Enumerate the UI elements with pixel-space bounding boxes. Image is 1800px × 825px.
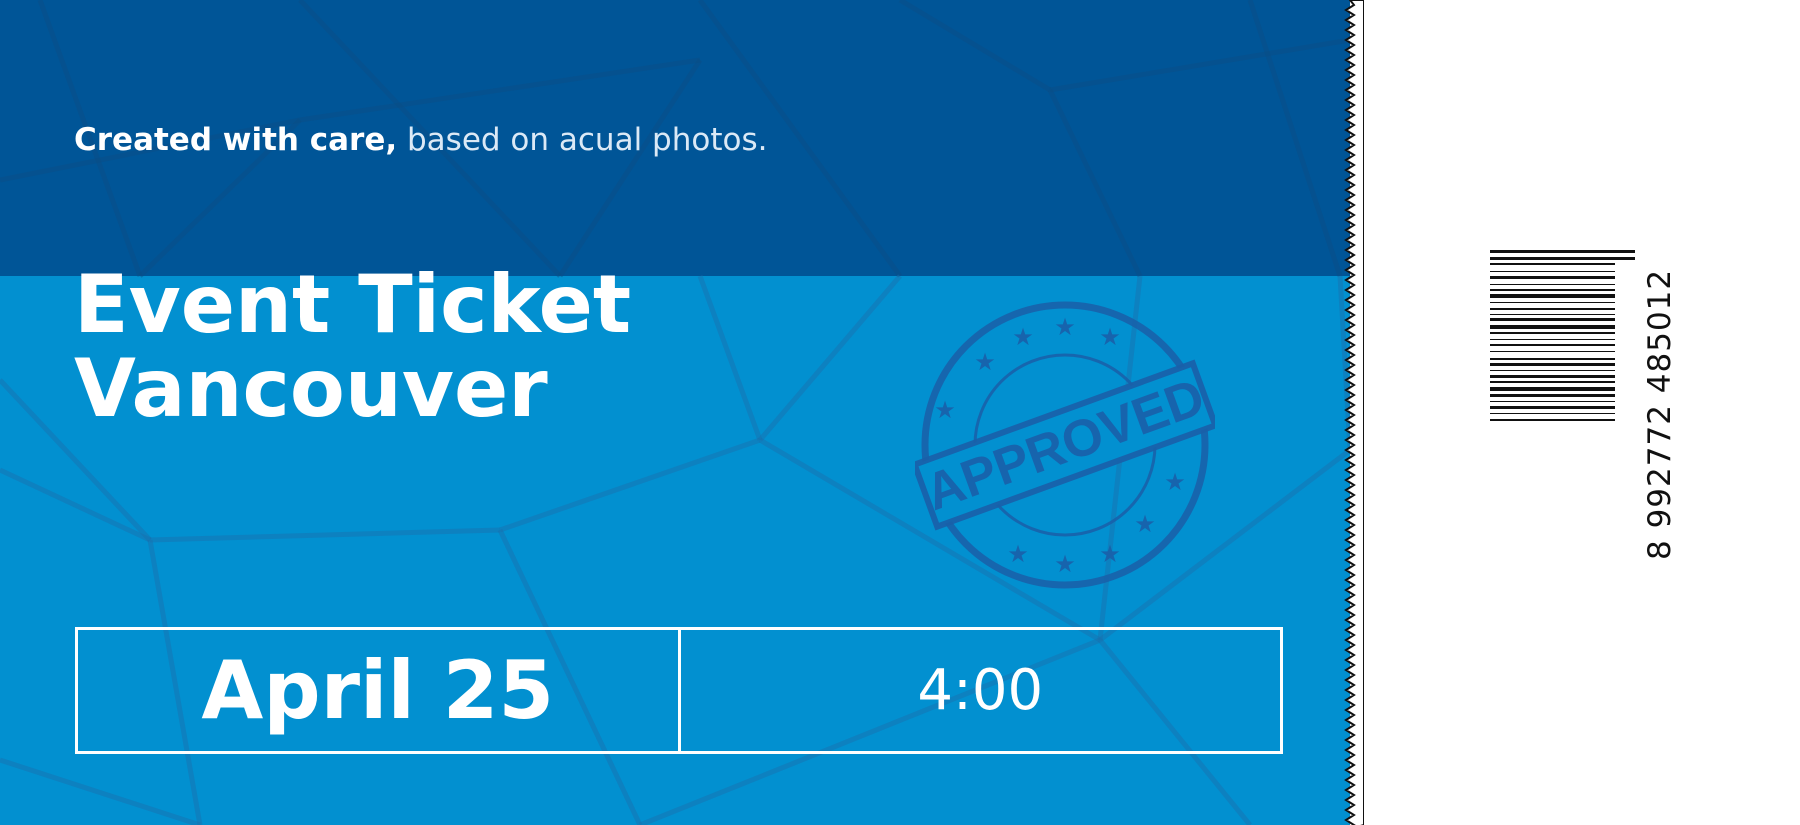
svg-text:★: ★	[1134, 510, 1156, 538]
svg-text:★: ★	[1054, 313, 1076, 341]
perforated-edge	[1344, 0, 1364, 825]
barcode-bar	[1490, 370, 1615, 371]
barcode-bar	[1490, 263, 1615, 265]
svg-text:★: ★	[1099, 540, 1121, 568]
barcode-bar	[1490, 401, 1615, 402]
svg-text:★: ★	[1099, 323, 1121, 351]
barcode-bar	[1490, 387, 1615, 391]
barcode-bar	[1490, 289, 1615, 291]
approved-stamp: APPROVED ★ ★ ★ ★ ★ ★ ★ ★ ★ ★	[915, 301, 1215, 589]
barcode-bar	[1490, 271, 1615, 272]
barcode-bar	[1490, 394, 1615, 397]
barcode-bar	[1490, 294, 1615, 298]
barcode-bar	[1490, 284, 1615, 285]
svg-text:★: ★	[934, 396, 956, 424]
barcode-bar	[1490, 250, 1635, 253]
barcode-bar	[1490, 332, 1615, 334]
barcode-bar	[1490, 302, 1615, 303]
barcode-bar	[1490, 339, 1615, 340]
svg-text:★: ★	[1012, 323, 1034, 351]
tagline: Created with care, based on acual photos…	[74, 122, 767, 158]
svg-text:★: ★	[1164, 468, 1186, 496]
barcode-bar	[1490, 344, 1615, 346]
event-time: 4:00	[917, 658, 1044, 723]
event-title: Event Ticket Vancouver	[74, 263, 631, 431]
barcode-bar	[1490, 325, 1615, 329]
event-title-city: Vancouver	[74, 342, 548, 435]
barcode-bar	[1490, 308, 1615, 310]
tagline-bold: Created with care,	[74, 122, 398, 158]
barcode	[1490, 250, 1635, 421]
barcode-bar	[1490, 363, 1615, 366]
barcode-bar	[1490, 276, 1615, 279]
barcode-bar	[1490, 314, 1615, 315]
barcode-bar	[1490, 406, 1615, 409]
barcode-bar	[1490, 413, 1615, 414]
barcode-bar	[1490, 381, 1615, 383]
svg-text:★: ★	[974, 348, 996, 376]
barcode-number: 8 992772 485012	[1642, 268, 1678, 560]
barcode-bar	[1490, 257, 1635, 260]
ticket-details: April 25 4:00	[75, 627, 1283, 754]
barcode-bar	[1490, 358, 1615, 360]
barcode-bar	[1490, 351, 1615, 352]
barcode-bar	[1490, 375, 1615, 378]
event-title-line1: Event Ticket	[74, 258, 632, 351]
svg-text:★: ★	[1054, 550, 1076, 578]
barcode-bar	[1490, 318, 1615, 321]
svg-text:★: ★	[1007, 540, 1029, 568]
event-date: April 25	[78, 630, 681, 751]
barcode-bar	[1490, 419, 1615, 421]
tagline-light: based on acual photos.	[397, 122, 768, 158]
ticket-main: Created with care, based on acual photos…	[0, 0, 1350, 825]
